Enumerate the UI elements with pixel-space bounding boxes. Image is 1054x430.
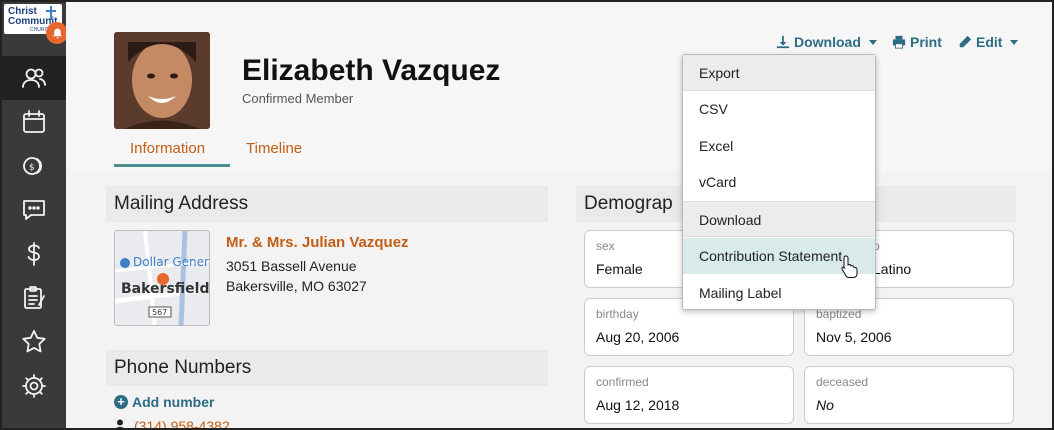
field-value: Female bbox=[596, 261, 643, 277]
active-tab-indicator bbox=[114, 164, 230, 167]
gear-icon bbox=[22, 374, 46, 398]
cross-icon bbox=[50, 6, 52, 20]
clipboard-icon bbox=[24, 286, 45, 309]
field-value: Aug 20, 2006 bbox=[596, 329, 680, 345]
map-thumbnail: Dollar General Bakersfield 567 bbox=[115, 231, 210, 325]
address-map[interactable]: Dollar General Bakersfield 567 bbox=[114, 230, 210, 326]
hand-cursor-icon bbox=[841, 255, 858, 278]
print-label: Print bbox=[910, 34, 942, 50]
sidebar-item-people[interactable] bbox=[2, 56, 66, 100]
field-value: No bbox=[816, 397, 834, 413]
cross-icon-bar bbox=[46, 10, 56, 12]
sidebar-item-forms[interactable] bbox=[2, 276, 66, 320]
map-label-town: Bakersfield bbox=[121, 281, 209, 297]
sidebar-item-calendar[interactable] bbox=[2, 100, 66, 144]
map-route-marker: 567 bbox=[152, 308, 167, 317]
address-line-1: 3051 Bassell Avenue bbox=[226, 258, 357, 274]
phone-number-link[interactable]: (314) 958-4382 bbox=[134, 418, 230, 428]
page-title: Elizabeth Vazquez bbox=[242, 54, 501, 87]
main-content: Elizabeth Vazquez Confirmed Member Infor… bbox=[66, 2, 1052, 428]
phone-row: (314) 958-4382 bbox=[114, 418, 230, 428]
svg-text:$: $ bbox=[29, 163, 35, 173]
print-button[interactable]: Print bbox=[892, 34, 942, 50]
field-value: Latino bbox=[873, 261, 912, 277]
address-line-2: Bakersville, MO 63027 bbox=[226, 278, 367, 294]
map-label-store: Dollar General bbox=[133, 255, 210, 269]
app-window: Christ Communit CHURCH $ Elizabeth Vazqu… bbox=[0, 0, 1054, 430]
edit-button[interactable]: Edit bbox=[958, 34, 1019, 50]
star-icon bbox=[22, 330, 46, 353]
field-label: confirmed bbox=[596, 375, 649, 389]
field-label: birthday bbox=[596, 307, 639, 321]
avatar-photo bbox=[114, 32, 210, 129]
chevron-down-icon bbox=[1010, 39, 1019, 45]
notification-bell-icon[interactable] bbox=[46, 22, 68, 44]
calendar-icon bbox=[23, 110, 45, 133]
avatar[interactable] bbox=[114, 32, 210, 129]
menu-item-vcard[interactable]: vCard bbox=[683, 164, 875, 200]
menu-item-csv[interactable]: CSV bbox=[683, 91, 875, 127]
plus-circle-icon: + bbox=[114, 395, 128, 409]
chat-icon bbox=[23, 200, 45, 220]
field-label: deceased bbox=[816, 375, 869, 389]
field-value: Nov 5, 2006 bbox=[816, 329, 892, 345]
pencil-icon bbox=[959, 35, 972, 48]
menu-header-download: Download bbox=[683, 201, 875, 237]
add-number-label: Add number bbox=[132, 394, 215, 410]
field-value: Aug 12, 2018 bbox=[596, 397, 680, 413]
chevron-down-icon bbox=[868, 39, 877, 45]
printer-icon bbox=[892, 35, 906, 49]
tab-timeline[interactable]: Timeline bbox=[246, 140, 302, 157]
menu-header-export: Export bbox=[683, 55, 875, 91]
edit-label: Edit bbox=[976, 34, 1003, 50]
member-status: Confirmed Member bbox=[242, 91, 354, 106]
download-label: Download bbox=[794, 34, 861, 50]
phone-numbers-heading: Phone Numbers bbox=[106, 350, 548, 386]
sidebar: Christ Communit CHURCH $ bbox=[2, 2, 68, 428]
menu-item-excel[interactable]: Excel bbox=[683, 128, 875, 164]
field-label: sex bbox=[596, 239, 615, 253]
field-deceased: deceased No bbox=[804, 366, 1014, 424]
mailing-address-heading: Mailing Address bbox=[106, 186, 548, 222]
sidebar-item-giving[interactable]: $ bbox=[2, 144, 66, 188]
menu-item-mailing-label[interactable]: Mailing Label bbox=[683, 275, 875, 311]
sidebar-item-favorites[interactable] bbox=[2, 320, 66, 364]
download-icon bbox=[776, 35, 790, 49]
download-button[interactable]: Download bbox=[776, 34, 877, 50]
coins-icon: $ bbox=[23, 157, 43, 175]
address-recipient-link[interactable]: Mr. & Mrs. Julian Vazquez bbox=[226, 234, 409, 251]
field-confirmed: confirmed Aug 12, 2018 bbox=[584, 366, 794, 424]
add-number-button[interactable]: + Add number bbox=[114, 394, 214, 410]
sidebar-item-settings[interactable] bbox=[2, 364, 66, 408]
sidebar-item-messages[interactable] bbox=[2, 188, 66, 232]
profile-header bbox=[66, 2, 1052, 170]
tab-information[interactable]: Information bbox=[130, 140, 205, 157]
dollar-icon bbox=[27, 242, 40, 266]
people-icon bbox=[22, 68, 46, 88]
sidebar-item-finance[interactable] bbox=[2, 232, 66, 276]
person-icon bbox=[116, 419, 124, 428]
